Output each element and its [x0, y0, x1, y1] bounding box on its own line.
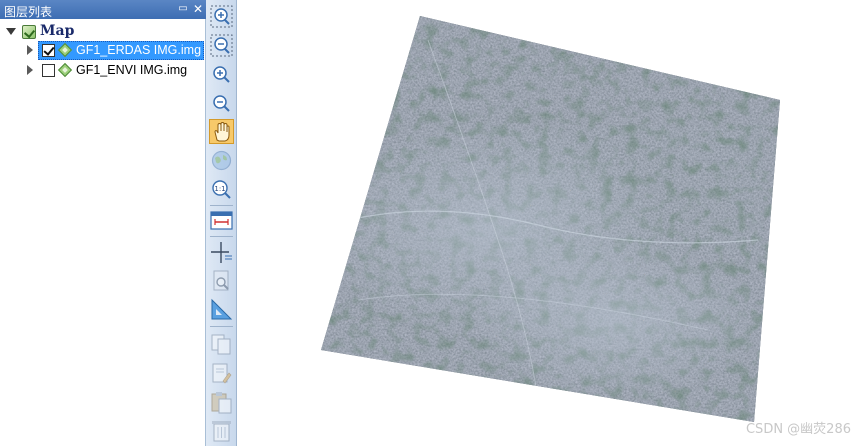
full-extent-tool[interactable] [209, 148, 234, 173]
watermark: CSDN @幽荧286 [745, 422, 851, 437]
tree-item-layer[interactable]: GF1_ERDAS IMG.img [0, 41, 206, 60]
tree-item-label: GF1_ENVI IMG.img [76, 63, 188, 77]
paste-icon [211, 392, 232, 414]
zoom-in-box-tool[interactable] [209, 4, 234, 29]
toolbar-separator [210, 205, 233, 206]
zoom-out-box-tool[interactable] [209, 33, 234, 58]
svg-text:1:1: 1:1 [214, 185, 225, 193]
trash-icon [212, 421, 231, 442]
expand-arrow-icon[interactable] [27, 65, 33, 75]
magnifier-icon [213, 270, 229, 291]
globe-icon [211, 150, 232, 171]
paste-tool[interactable] [209, 390, 234, 415]
map-icon[interactable] [22, 25, 36, 39]
tree-item-layer[interactable]: GF1_ENVI IMG.img [0, 61, 206, 79]
edit-tool[interactable] [209, 361, 234, 386]
one-to-one-icon: 1:1 [212, 180, 231, 199]
toolbar-separator [210, 236, 233, 237]
tree-item-label: GF1_ERDAS IMG.img [76, 43, 202, 57]
layer-visibility-checkbox[interactable] [42, 64, 55, 77]
tree-item-label: Map [40, 23, 75, 39]
toolbar-separator [210, 326, 233, 327]
hand-icon [214, 121, 230, 142]
crosshair-icon [211, 242, 232, 263]
satellite-raster-image [321, 16, 780, 422]
collapse-arrow-icon[interactable] [6, 28, 16, 35]
map-toolbar: 1:1 [206, 0, 237, 446]
pin-icon[interactable]: ▭ [176, 2, 190, 16]
zoom-in-tool[interactable] [209, 62, 234, 87]
edit-page-icon [212, 363, 232, 384]
find-tool[interactable] [209, 269, 234, 294]
actual-size-tool[interactable]: 1:1 [209, 177, 234, 202]
close-icon[interactable]: ✕ [191, 2, 205, 16]
zoom-out-box-icon [210, 34, 233, 57]
panel-title: 图层列表 [4, 5, 53, 19]
ruler-icon [210, 211, 233, 230]
layer-panel: 图层列表 ▭ ✕ Map GF1_ERDAS IMG.img GF1_ENVI … [0, 0, 206, 446]
tree-item-map[interactable]: Map [0, 22, 206, 40]
zoom-out-tool[interactable] [209, 91, 234, 116]
zoom-in-icon [213, 66, 230, 83]
map-canvas[interactable]: CSDN @幽荧286 [238, 0, 865, 446]
triangle-tool[interactable] [209, 297, 234, 322]
panel-header: 图层列表 ▭ ✕ [0, 0, 206, 19]
expand-arrow-icon[interactable] [27, 45, 33, 55]
delete-tool[interactable] [209, 418, 234, 443]
zoom-in-box-icon [210, 5, 233, 28]
pan-tool[interactable] [209, 119, 234, 144]
measure-tool[interactable] [209, 208, 234, 233]
zoom-out-icon [213, 95, 230, 112]
layer-visibility-checkbox[interactable] [42, 44, 55, 57]
copy-icon [211, 334, 231, 355]
raster-layer-icon [57, 62, 73, 78]
identify-tool[interactable] [209, 240, 234, 265]
copy-tool[interactable] [209, 332, 234, 357]
triangle-ruler-icon [211, 298, 233, 320]
